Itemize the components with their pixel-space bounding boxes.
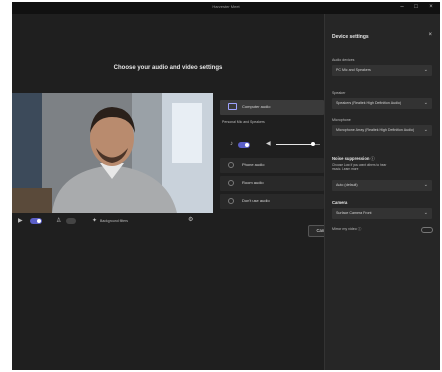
speaker-dropdown[interactable]: Speakers (Realtek High Definition Audio)… bbox=[332, 98, 432, 109]
camera-title: Camera bbox=[332, 200, 348, 205]
chevron-down-icon: ⌄ bbox=[423, 67, 428, 73]
volume-slider[interactable] bbox=[276, 142, 320, 146]
info-icon[interactable]: ⓘ bbox=[371, 156, 375, 161]
chevron-down-icon: ⌄ bbox=[423, 182, 428, 188]
phone-audio-radio[interactable] bbox=[228, 162, 234, 168]
computer-audio-option[interactable]: Computer audio bbox=[220, 100, 324, 115]
audio-devices-value: PC Mic and Speakers bbox=[336, 68, 371, 72]
audio-section-label: Personal Mic and Speakers bbox=[222, 120, 265, 124]
camera-icon: ▶ bbox=[18, 218, 23, 224]
microphone-label: Microphone bbox=[332, 118, 351, 122]
meeting-prejoin: Choose your audio and video settings ▶ ♙ bbox=[12, 14, 324, 370]
microphone-dropdown[interactable]: Microphone Array (Realtek High Definitio… bbox=[332, 125, 432, 136]
camera-dropdown[interactable]: Surface Camera Front ⌄ bbox=[332, 208, 432, 219]
title-bar: Harvester Meet – □ × bbox=[12, 2, 440, 14]
phone-audio-option[interactable]: Phone audio bbox=[220, 158, 324, 173]
mirror-video-text: Mirror my video bbox=[332, 227, 357, 231]
camera-toggle[interactable] bbox=[30, 218, 42, 224]
noise-suppression-title: Noise suppression ⓘ bbox=[332, 156, 375, 162]
volume-slider-fill bbox=[276, 144, 314, 145]
phone-audio-label: Phone audio bbox=[242, 162, 265, 167]
device-settings-panel: Device settings × Audio devices PC Mic a… bbox=[324, 14, 440, 370]
microphone-icon: ♪ bbox=[230, 141, 233, 147]
window-title: Harvester Meet bbox=[212, 4, 240, 9]
close-panel-icon[interactable]: × bbox=[428, 32, 432, 38]
speaker-value: Speakers (Realtek High Definition Audio) bbox=[336, 101, 402, 105]
chevron-down-icon: ⌄ bbox=[423, 127, 428, 133]
camera-value: Surface Camera Front bbox=[336, 211, 372, 215]
person-video-image bbox=[12, 93, 213, 213]
dont-use-audio-label: Don't use audio bbox=[242, 198, 270, 203]
device-settings-title: Device settings bbox=[332, 34, 369, 40]
room-audio-label: Room audio bbox=[242, 180, 264, 185]
background-filters-label[interactable]: Background filters bbox=[100, 219, 128, 223]
chevron-down-icon: ⌄ bbox=[423, 210, 428, 216]
audio-devices-dropdown[interactable]: PC Mic and Speakers ⌄ bbox=[332, 65, 432, 76]
dont-use-audio-option[interactable]: Don't use audio bbox=[220, 194, 324, 209]
room-audio-radio[interactable] bbox=[228, 180, 234, 186]
blur-toggle[interactable] bbox=[66, 218, 76, 224]
noise-suppression-title-text: Noise suppression bbox=[332, 156, 370, 161]
background-effects-icon: ✦ bbox=[92, 218, 98, 224]
noise-suppression-value: Auto (default) bbox=[336, 183, 358, 187]
noise-description-line2[interactable]: music. Learn more bbox=[332, 167, 358, 171]
speaker-label: Speaker bbox=[332, 91, 346, 95]
mirror-video-toggle[interactable] bbox=[421, 227, 433, 233]
close-window-icon[interactable]: × bbox=[425, 3, 437, 12]
camera-preview bbox=[12, 93, 213, 213]
mirror-video-label: Mirror my video ⓘ bbox=[332, 227, 361, 232]
computer-audio-icon bbox=[228, 103, 237, 110]
info-icon[interactable]: ⓘ bbox=[358, 227, 362, 231]
settings-gear-icon[interactable]: ⚙ bbox=[188, 217, 193, 223]
volume-slider-knob[interactable] bbox=[311, 142, 316, 146]
audio-devices-label: Audio devices bbox=[332, 58, 355, 62]
person-icon[interactable]: ♙ bbox=[56, 218, 61, 224]
maximize-icon[interactable]: □ bbox=[410, 3, 422, 12]
microphone-value: Microphone Array (Realtek High Definitio… bbox=[336, 128, 415, 132]
chevron-down-icon: ⌄ bbox=[423, 100, 428, 106]
page-heading: Choose your audio and video settings bbox=[113, 65, 223, 71]
room-audio-option[interactable]: Room audio bbox=[220, 176, 324, 191]
video-toolbar: ▶ ♙ ✦ Background filters ⚙ bbox=[12, 214, 213, 228]
dont-use-audio-radio[interactable] bbox=[228, 198, 234, 204]
speaker-volume-icon: ◀ bbox=[266, 141, 271, 147]
noise-suppression-dropdown[interactable]: Auto (default) ⌄ bbox=[332, 180, 432, 191]
app-window: Harvester Meet – □ × Choose your audio a… bbox=[12, 2, 440, 370]
microphone-toggle[interactable] bbox=[238, 142, 250, 148]
computer-audio-label: Computer audio bbox=[242, 104, 271, 109]
minimize-icon[interactable]: – bbox=[396, 3, 408, 12]
